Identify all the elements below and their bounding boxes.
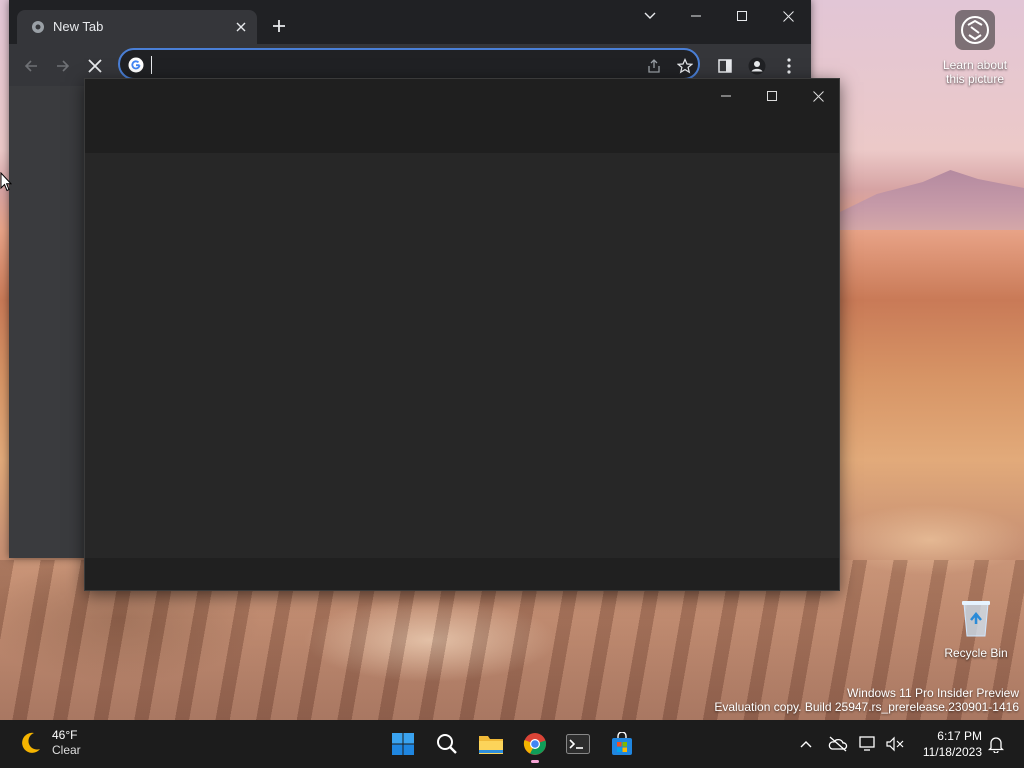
minimize-button[interactable] [673,0,719,32]
terminal-button[interactable] [560,727,596,761]
learn-about-picture-shortcut[interactable]: Learn about this picture [936,10,1014,86]
folder-icon [479,736,503,754]
show-hidden-icons-button[interactable] [795,733,817,755]
tab-close-icon[interactable] [231,17,251,37]
maximize-icon [737,11,747,21]
plus-icon [273,20,285,32]
recycle-bin-icon [958,598,994,638]
start-button[interactable] [385,727,421,761]
chrome-active-indicator [531,760,539,763]
blank-minimize-button[interactable] [703,81,749,111]
address-bar[interactable] [118,48,700,80]
search-icon [437,734,457,754]
taskbar: 46°F Clear 6:17 PM 11/18/2023 [0,720,1024,768]
blank-close-button[interactable] [795,81,841,111]
profile-icon [748,57,766,75]
chrome-favicon-icon [31,20,45,34]
chevron-down-icon [644,12,656,19]
chrome-taskbar-button[interactable] [517,727,553,761]
more-menu-icon [787,58,791,74]
maximize-icon [767,91,777,101]
volume-muted-icon[interactable] [884,733,906,755]
mouse-cursor-icon [0,171,13,192]
store-button[interactable] [604,727,640,761]
file-explorer-button[interactable] [473,727,509,761]
side-panel-icon [718,59,732,73]
camera-info-icon [955,10,995,50]
watermark-build: Evaluation copy. Build 25947.rs_prerelea… [714,700,1019,714]
moon-icon [16,729,44,757]
windows-watermark: Windows 11 Pro Insider Preview Evaluatio… [714,686,1019,714]
google-g-icon [128,57,144,73]
back-button[interactable] [18,53,44,79]
system-clock[interactable]: 6:17 PM 11/18/2023 [923,728,982,760]
search-button[interactable] [429,727,465,761]
blank-app-window [84,78,840,591]
minimize-icon [691,15,701,17]
stop-loading-button[interactable] [82,53,108,79]
weather-condition: Clear [52,743,81,757]
forward-icon [57,60,70,72]
stop-loading-icon [88,59,102,73]
store-icon [612,732,632,755]
bookmark-star-icon[interactable] [675,56,695,76]
recycle-bin-shortcut[interactable]: Recycle Bin [940,598,1012,660]
tab-search-button[interactable] [627,0,673,32]
more-menu-button[interactable] [776,53,802,79]
weather-temperature: 46°F [52,728,78,742]
close-window-button[interactable] [765,0,811,32]
tab-new-tab[interactable]: New Tab [17,10,257,44]
learn-about-picture-label: Learn about this picture [942,58,1008,86]
share-icon[interactable] [644,56,664,76]
back-icon [24,60,37,72]
new-tab-button[interactable] [267,14,291,38]
notifications-button[interactable] [985,733,1007,755]
watermark-edition: Windows 11 Pro Insider Preview [847,686,1019,700]
side-panel-button[interactable] [712,53,738,79]
close-icon [812,90,824,102]
wallpaper-mountains [840,170,1024,230]
weather-widget[interactable]: 46°F Clear [16,728,81,758]
chrome-icon [523,733,546,755]
text-caret [151,56,152,74]
recycle-bin-label: Recycle Bin [944,646,1008,660]
windows-logo-icon [392,733,414,755]
tab-title: New Tab [53,19,104,34]
clock-time: 6:17 PM [937,729,982,743]
forward-button[interactable] [50,53,76,79]
network-icon[interactable] [858,733,880,755]
chevron-up-icon [800,741,812,748]
tab-strip: New Tab [9,0,811,44]
blank-window-footer [85,558,839,590]
terminal-icon [566,734,590,754]
clock-date: 11/18/2023 [922,745,982,759]
blank-window-titlebar[interactable] [85,79,839,153]
profile-button[interactable] [744,53,770,79]
maximize-button[interactable] [719,0,765,32]
onedrive-icon[interactable] [827,733,849,755]
blank-maximize-button[interactable] [749,81,795,111]
blank-window-content [85,153,839,559]
bell-icon [988,737,1004,753]
address-input[interactable] [150,55,634,77]
minimize-icon [721,95,731,97]
close-icon [782,10,794,22]
